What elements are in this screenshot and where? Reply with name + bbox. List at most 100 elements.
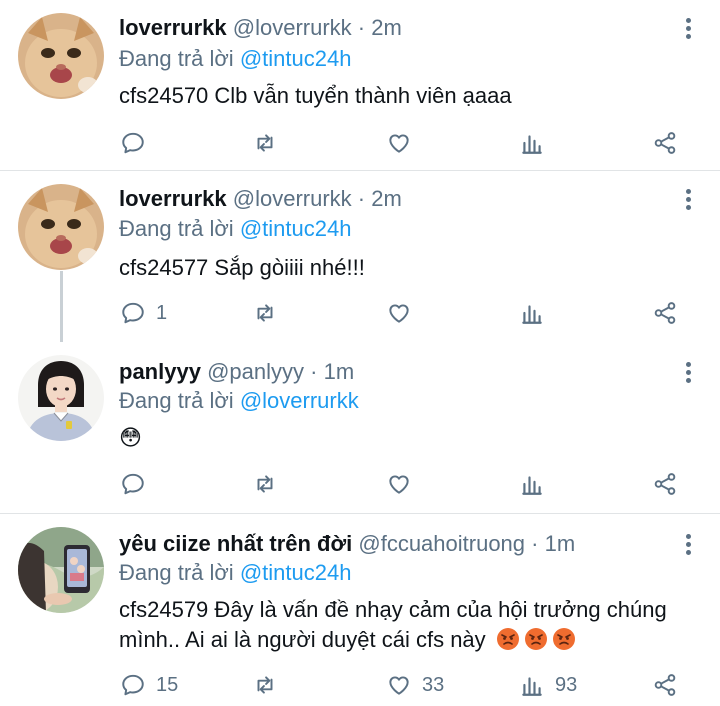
separator-dot: · bbox=[531, 531, 539, 556]
like-count: 33 bbox=[422, 673, 445, 696]
angry-face-emoji bbox=[552, 627, 576, 651]
share-icon bbox=[654, 302, 676, 324]
timestamp[interactable]: 2m bbox=[371, 186, 402, 211]
tweet-text: 😳 bbox=[119, 425, 142, 450]
replying-to: Đang trả lời @tintuc24h bbox=[119, 45, 351, 73]
share-button[interactable] bbox=[652, 469, 678, 499]
replying-to: Đang trả lời @loverrurkk bbox=[119, 387, 359, 415]
views-button[interactable] bbox=[519, 298, 555, 328]
heart-icon bbox=[389, 676, 409, 695]
mention-link[interactable]: @tintuc24h bbox=[240, 46, 352, 71]
tweet-text: cfs24577 Sắp gòiiii nhé!!! bbox=[119, 255, 365, 280]
display-name[interactable]: loverrurkk bbox=[119, 15, 227, 40]
share-icon bbox=[654, 132, 676, 154]
tweet-4[interactable]: yêu ciize nhất trên đời @fccuahoitruong … bbox=[0, 514, 720, 706]
more-options-icon[interactable] bbox=[684, 16, 692, 40]
tweet-text: cfs24570 Clb vẫn tuyển thành viên ạaaa bbox=[119, 83, 512, 108]
tweet-actions: 1 bbox=[0, 298, 720, 328]
reply-icon bbox=[122, 302, 144, 324]
analytics-icon bbox=[522, 476, 542, 495]
reply-button[interactable] bbox=[120, 128, 156, 158]
share-icon bbox=[654, 473, 676, 495]
tweet-header: loverrurkk @loverrurkk · 2m bbox=[119, 14, 402, 42]
separator-dot: · bbox=[357, 186, 366, 211]
more-options-icon[interactable] bbox=[684, 532, 692, 556]
tweet-header: loverrurkk @loverrurkk · 2m bbox=[119, 185, 402, 213]
share-button[interactable] bbox=[652, 670, 678, 700]
user-handle[interactable]: @loverrurkk bbox=[233, 186, 352, 211]
heart-icon bbox=[389, 304, 409, 323]
retweet-button[interactable] bbox=[252, 670, 288, 700]
tweet-text-content: cfs24579 Đây là vấn đề nhạy cảm của hội … bbox=[119, 597, 667, 652]
tweet-3[interactable]: panlyyy @panlyyy · 1m Đang trả lời @love… bbox=[0, 342, 720, 513]
tweet-actions bbox=[0, 469, 720, 499]
tweet-text: cfs24579 Đây là vấn đề nhạy cảm của hội … bbox=[119, 595, 694, 655]
reply-icon bbox=[122, 473, 144, 495]
replying-to-label: Đang trả lời bbox=[119, 560, 240, 585]
share-button[interactable] bbox=[652, 298, 678, 328]
reply-count: 1 bbox=[156, 301, 168, 324]
replying-to-label: Đang trả lời bbox=[119, 216, 240, 241]
like-button[interactable] bbox=[386, 469, 422, 499]
user-handle[interactable]: @fccuahoitruong bbox=[358, 531, 525, 556]
analytics-icon bbox=[522, 135, 542, 154]
retweet-icon bbox=[257, 676, 273, 694]
heart-icon bbox=[389, 134, 409, 153]
timestamp[interactable]: 2m bbox=[371, 15, 402, 40]
separator-dot: · bbox=[310, 359, 318, 384]
views-button[interactable]: 93 bbox=[519, 670, 577, 700]
replying-to: Đang trả lời @tintuc24h bbox=[119, 559, 351, 587]
timestamp[interactable]: 1m bbox=[324, 359, 355, 384]
reply-button[interactable]: 1 bbox=[120, 298, 167, 328]
mention-link[interactable]: @tintuc24h bbox=[240, 560, 352, 585]
retweet-button[interactable] bbox=[252, 469, 288, 499]
retweet-button[interactable] bbox=[252, 128, 288, 158]
share-icon bbox=[654, 674, 676, 696]
angry-face-emoji bbox=[496, 627, 520, 651]
mention-link[interactable]: @loverrurkk bbox=[240, 388, 359, 413]
heart-icon bbox=[389, 475, 409, 494]
replying-to-label: Đang trả lời bbox=[119, 46, 240, 71]
tweet-header: panlyyy @panlyyy · 1m bbox=[119, 358, 354, 386]
reply-icon bbox=[122, 674, 144, 696]
user-handle[interactable]: @panlyyy bbox=[207, 359, 304, 384]
tweet-actions bbox=[0, 128, 720, 158]
retweet-icon bbox=[257, 134, 273, 152]
retweet-button[interactable] bbox=[252, 298, 288, 328]
timestamp[interactable]: 1m bbox=[545, 531, 576, 556]
reply-button[interactable] bbox=[120, 469, 156, 499]
avatar-fccuahoitruong[interactable] bbox=[18, 527, 104, 613]
more-options-icon[interactable] bbox=[684, 360, 692, 384]
tweet-header: yêu ciize nhất trên đời @fccuahoitruong … bbox=[119, 530, 575, 558]
reply-icon bbox=[122, 132, 144, 154]
view-count: 93 bbox=[555, 673, 578, 696]
replying-to-label: Đang trả lời bbox=[119, 388, 240, 413]
angry-face-emoji bbox=[524, 627, 548, 651]
retweet-icon bbox=[257, 475, 273, 493]
analytics-icon bbox=[522, 677, 542, 696]
display-name[interactable]: loverrurkk bbox=[119, 186, 227, 211]
tweet-2[interactable]: loverrurkk @loverrurkk · 2m Đang trả lời… bbox=[0, 171, 720, 342]
avatar-loverrurkk[interactable] bbox=[18, 13, 104, 99]
separator-dot: · bbox=[357, 15, 366, 40]
reply-count: 15 bbox=[156, 673, 179, 696]
user-handle[interactable]: @loverrurkk bbox=[233, 15, 352, 40]
avatar-loverrurkk[interactable] bbox=[18, 184, 104, 270]
share-button[interactable] bbox=[652, 128, 678, 158]
avatar-panlyyy[interactable] bbox=[18, 355, 104, 441]
mention-link[interactable]: @tintuc24h bbox=[240, 216, 352, 241]
like-button[interactable] bbox=[386, 298, 422, 328]
more-options-icon[interactable] bbox=[684, 187, 692, 211]
tweet-actions: 15 33 93 bbox=[0, 670, 720, 700]
retweet-icon bbox=[257, 304, 273, 322]
views-button[interactable] bbox=[519, 469, 555, 499]
like-button[interactable] bbox=[386, 128, 422, 158]
tweet-1[interactable]: loverrurkk @loverrurkk · 2m Đang trả lời… bbox=[0, 0, 720, 170]
replying-to: Đang trả lời @tintuc24h bbox=[119, 215, 351, 243]
reply-button[interactable]: 15 bbox=[120, 670, 178, 700]
views-button[interactable] bbox=[519, 128, 555, 158]
analytics-icon bbox=[522, 305, 542, 324]
display-name[interactable]: yêu ciize nhất trên đời bbox=[119, 531, 352, 556]
display-name[interactable]: panlyyy bbox=[119, 359, 201, 384]
like-button[interactable]: 33 bbox=[386, 670, 444, 700]
